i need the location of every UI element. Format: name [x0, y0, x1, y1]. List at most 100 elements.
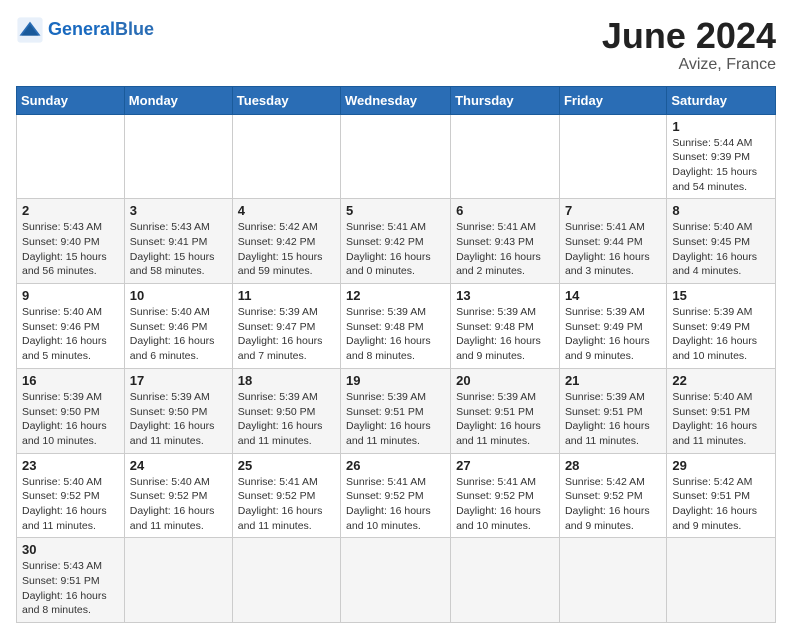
calendar-cell: 16Sunrise: 5:39 AM Sunset: 9:50 PM Dayli…	[17, 368, 125, 453]
day-number: 7	[565, 203, 661, 218]
calendar-cell: 8Sunrise: 5:40 AM Sunset: 9:45 PM Daylig…	[667, 199, 776, 284]
day-info: Sunrise: 5:40 AM Sunset: 9:52 PM Dayligh…	[130, 475, 227, 534]
calendar-cell	[341, 538, 451, 623]
cell-content: 8Sunrise: 5:40 AM Sunset: 9:45 PM Daylig…	[672, 203, 770, 279]
day-number: 15	[672, 288, 770, 303]
day-number: 6	[456, 203, 554, 218]
calendar-cell: 30 Sunrise: 5:43 AM Sunset: 9:51 PM Dayli…	[17, 538, 125, 623]
calendar-cell: 25Sunrise: 5:41 AM Sunset: 9:52 PM Dayli…	[232, 453, 340, 538]
day-info: Sunrise: 5:41 AM Sunset: 9:52 PM Dayligh…	[346, 475, 445, 534]
calendar-cell	[451, 538, 560, 623]
calendar-cell	[559, 114, 666, 199]
weekday-header-tuesday: Tuesday	[232, 86, 340, 114]
logo-text: GeneralBlue	[48, 20, 154, 40]
day-number: 14	[565, 288, 661, 303]
weekday-header-saturday: Saturday	[667, 86, 776, 114]
day-info: Sunrise: 5:41 AM Sunset: 9:43 PM Dayligh…	[456, 220, 554, 279]
day-info: Sunrise: 5:39 AM Sunset: 9:49 PM Dayligh…	[672, 305, 770, 364]
calendar-cell: 23Sunrise: 5:40 AM Sunset: 9:52 PM Dayli…	[17, 453, 125, 538]
weekday-header-sunday: Sunday	[17, 86, 125, 114]
location: Avize, France	[602, 56, 776, 74]
day-info: Sunrise: 5:39 AM Sunset: 9:50 PM Dayligh…	[130, 390, 227, 449]
calendar-cell	[17, 114, 125, 199]
logo: GeneralBlue	[16, 16, 154, 44]
calendar-cell: 15 Sunrise: 5:39 AM Sunset: 9:49 PM Dayli…	[667, 284, 776, 369]
day-info: Sunrise: 5:39 AM Sunset: 9:49 PM Dayligh…	[565, 305, 661, 364]
day-number: 30	[22, 542, 119, 557]
day-info: Sunrise: 5:43 AM Sunset: 9:51 PM Dayligh…	[22, 559, 119, 618]
day-number: 9	[22, 288, 119, 303]
day-info: Sunrise: 5:41 AM Sunset: 9:42 PM Dayligh…	[346, 220, 445, 279]
cell-content: 28 Sunrise: 5:42 AM Sunset: 9:52 PM Dayli…	[565, 458, 661, 534]
cell-content: 17Sunrise: 5:39 AM Sunset: 9:50 PM Dayli…	[130, 373, 227, 449]
calendar-cell	[232, 114, 340, 199]
weekday-header-wednesday: Wednesday	[341, 86, 451, 114]
day-number: 24	[130, 458, 227, 473]
day-number: 29	[672, 458, 770, 473]
calendar-cell: 14 Sunrise: 5:39 AM Sunset: 9:49 PM Dayli…	[559, 284, 666, 369]
logo-general: General	[48, 19, 115, 39]
day-info: Sunrise: 5:40 AM Sunset: 9:46 PM Dayligh…	[22, 305, 119, 364]
calendar-table: SundayMondayTuesdayWednesdayThursdayFrid…	[16, 86, 776, 624]
calendar-cell: 11Sunrise: 5:39 AM Sunset: 9:47 PM Dayli…	[232, 284, 340, 369]
cell-content: 21 Sunrise: 5:39 AM Sunset: 9:51 PM Dayli…	[565, 373, 661, 449]
day-info: Sunrise: 5:42 AM Sunset: 9:51 PM Dayligh…	[672, 475, 770, 534]
day-info: Sunrise: 5:39 AM Sunset: 9:51 PM Dayligh…	[565, 390, 661, 449]
cell-content: 10Sunrise: 5:40 AM Sunset: 9:46 PM Dayli…	[130, 288, 227, 364]
calendar-cell	[124, 538, 232, 623]
day-info: Sunrise: 5:40 AM Sunset: 9:45 PM Dayligh…	[672, 220, 770, 279]
calendar-cell: 28 Sunrise: 5:42 AM Sunset: 9:52 PM Dayli…	[559, 453, 666, 538]
cell-content: 7Sunrise: 5:41 AM Sunset: 9:44 PM Daylig…	[565, 203, 661, 279]
day-number: 28	[565, 458, 661, 473]
cell-content: 6 Sunrise: 5:41 AM Sunset: 9:43 PM Daylig…	[456, 203, 554, 279]
weekday-header-row: SundayMondayTuesdayWednesdayThursdayFrid…	[17, 86, 776, 114]
cell-content: 15 Sunrise: 5:39 AM Sunset: 9:49 PM Dayli…	[672, 288, 770, 364]
calendar-cell: 7Sunrise: 5:41 AM Sunset: 9:44 PM Daylig…	[559, 199, 666, 284]
day-info: Sunrise: 5:39 AM Sunset: 9:50 PM Dayligh…	[238, 390, 335, 449]
calendar-cell: 21 Sunrise: 5:39 AM Sunset: 9:51 PM Dayli…	[559, 368, 666, 453]
day-number: 5	[346, 203, 445, 218]
cell-content: 29 Sunrise: 5:42 AM Sunset: 9:51 PM Dayli…	[672, 458, 770, 534]
day-number: 25	[238, 458, 335, 473]
day-number: 21	[565, 373, 661, 388]
day-info: Sunrise: 5:43 AM Sunset: 9:41 PM Dayligh…	[130, 220, 227, 279]
cell-content: 20Sunrise: 5:39 AM Sunset: 9:51 PM Dayli…	[456, 373, 554, 449]
day-info: Sunrise: 5:43 AM Sunset: 9:40 PM Dayligh…	[22, 220, 119, 279]
calendar-cell: 24 Sunrise: 5:40 AM Sunset: 9:52 PM Dayli…	[124, 453, 232, 538]
cell-content: 4Sunrise: 5:42 AM Sunset: 9:42 PM Daylig…	[238, 203, 335, 279]
calendar-cell: 1Sunrise: 5:44 AM Sunset: 9:39 PM Daylig…	[667, 114, 776, 199]
page-header: GeneralBlue June 2024 Avize, France	[16, 16, 776, 74]
cell-content: 30 Sunrise: 5:43 AM Sunset: 9:51 PM Dayli…	[22, 542, 119, 618]
cell-content: 16Sunrise: 5:39 AM Sunset: 9:50 PM Dayli…	[22, 373, 119, 449]
day-info: Sunrise: 5:40 AM Sunset: 9:51 PM Dayligh…	[672, 390, 770, 449]
calendar-cell: 12 Sunrise: 5:39 AM Sunset: 9:48 PM Dayli…	[341, 284, 451, 369]
day-info: Sunrise: 5:41 AM Sunset: 9:52 PM Dayligh…	[456, 475, 554, 534]
week-row-1: 1Sunrise: 5:44 AM Sunset: 9:39 PM Daylig…	[17, 114, 776, 199]
cell-content: 22Sunrise: 5:40 AM Sunset: 9:51 PM Dayli…	[672, 373, 770, 449]
cell-content: 27 Sunrise: 5:41 AM Sunset: 9:52 PM Dayli…	[456, 458, 554, 534]
calendar-cell: 3Sunrise: 5:43 AM Sunset: 9:41 PM Daylig…	[124, 199, 232, 284]
week-row-3: 9 Sunrise: 5:40 AM Sunset: 9:46 PM Daylig…	[17, 284, 776, 369]
day-number: 13	[456, 288, 554, 303]
week-row-2: 2Sunrise: 5:43 AM Sunset: 9:40 PM Daylig…	[17, 199, 776, 284]
day-number: 19	[346, 373, 445, 388]
day-number: 27	[456, 458, 554, 473]
day-number: 20	[456, 373, 554, 388]
day-info: Sunrise: 5:44 AM Sunset: 9:39 PM Dayligh…	[672, 136, 770, 195]
cell-content: 24 Sunrise: 5:40 AM Sunset: 9:52 PM Dayli…	[130, 458, 227, 534]
title-area: June 2024 Avize, France	[602, 16, 776, 74]
weekday-header-friday: Friday	[559, 86, 666, 114]
calendar-cell: 22Sunrise: 5:40 AM Sunset: 9:51 PM Dayli…	[667, 368, 776, 453]
calendar-cell: 4Sunrise: 5:42 AM Sunset: 9:42 PM Daylig…	[232, 199, 340, 284]
calendar-cell	[341, 114, 451, 199]
cell-content: 13Sunrise: 5:39 AM Sunset: 9:48 PM Dayli…	[456, 288, 554, 364]
logo-icon	[16, 16, 44, 44]
day-info: Sunrise: 5:42 AM Sunset: 9:42 PM Dayligh…	[238, 220, 335, 279]
weekday-header-monday: Monday	[124, 86, 232, 114]
cell-content: 1Sunrise: 5:44 AM Sunset: 9:39 PM Daylig…	[672, 119, 770, 195]
day-info: Sunrise: 5:42 AM Sunset: 9:52 PM Dayligh…	[565, 475, 661, 534]
day-info: Sunrise: 5:39 AM Sunset: 9:48 PM Dayligh…	[346, 305, 445, 364]
day-number: 16	[22, 373, 119, 388]
day-number: 12	[346, 288, 445, 303]
cell-content: 3Sunrise: 5:43 AM Sunset: 9:41 PM Daylig…	[130, 203, 227, 279]
